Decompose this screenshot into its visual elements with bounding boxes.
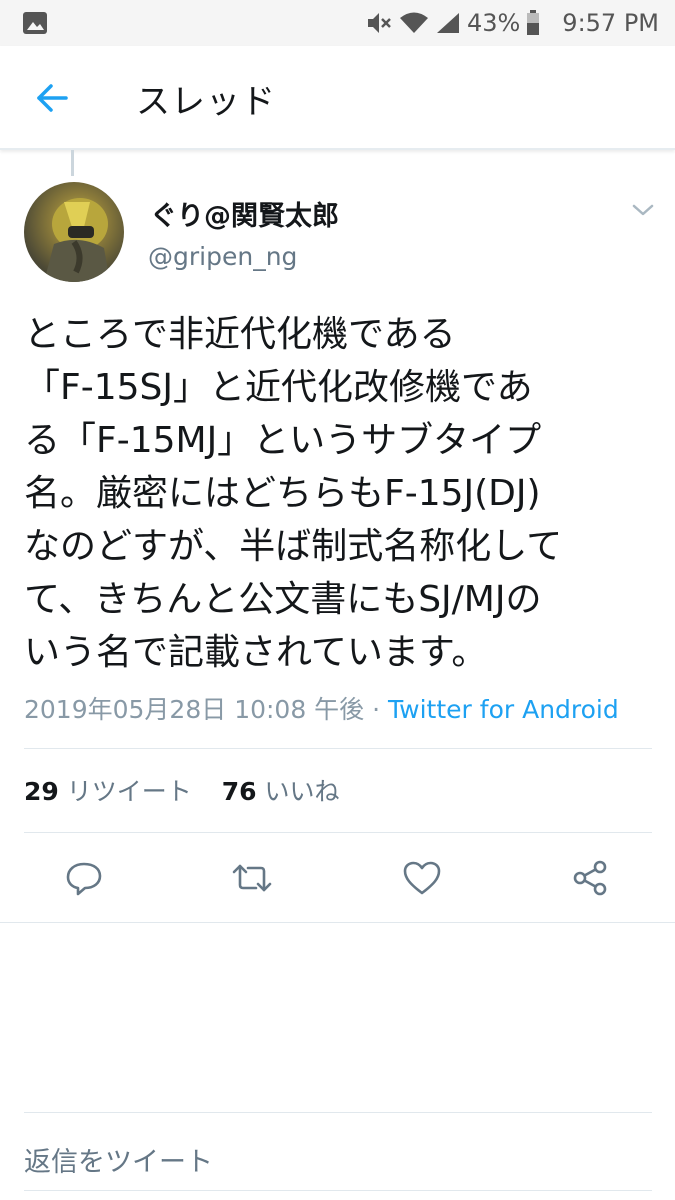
action-bar <box>0 848 675 910</box>
clock: 9:57 PM <box>562 9 659 37</box>
mute-icon <box>365 10 393 36</box>
page-title: スレッド <box>136 82 276 122</box>
wifi-icon <box>399 11 429 35</box>
divider <box>24 832 652 833</box>
reply-button[interactable] <box>62 858 106 898</box>
tweet-text: ところで非近代化機である 「F-15SJ」と近代化改修機であ る「F-15MJ」… <box>24 314 563 673</box>
reply-input[interactable]: 返信をツイート <box>24 1140 213 1179</box>
tweet-meta: 2019年05月28日 10:08 午後 · Twitter for Andro… <box>24 690 619 726</box>
tweet-source-link[interactable]: Twitter for Android <box>388 695 619 724</box>
retweet-button[interactable] <box>230 858 274 898</box>
display-name[interactable]: ぐり@関賢太郎 <box>150 194 339 233</box>
battery-percent: 43% <box>466 9 521 37</box>
share-icon <box>573 860 607 896</box>
battery-icon <box>526 10 540 36</box>
share-button[interactable] <box>568 858 612 898</box>
tweet-timestamp: 2019年05月28日 10:08 午後 <box>24 695 365 724</box>
retweet-count[interactable]: 29 <box>24 777 59 806</box>
arrow-left-icon <box>37 84 68 112</box>
gallery-notification-icon <box>22 11 48 39</box>
retweet-label[interactable]: リツイート <box>67 777 192 806</box>
chevron-down-icon[interactable] <box>628 198 658 222</box>
like-count[interactable]: 76 <box>222 777 257 806</box>
signal-icon <box>435 11 461 35</box>
reply-icon <box>66 862 102 896</box>
thread-connector <box>71 150 74 176</box>
meta-separator: · <box>364 695 389 724</box>
status-bar: 43% 9:57 PM <box>0 0 675 46</box>
divider <box>24 1190 652 1191</box>
back-button[interactable] <box>30 78 74 118</box>
like-button[interactable] <box>400 858 444 898</box>
username[interactable]: @gripen_ng <box>148 242 297 271</box>
divider <box>24 748 652 749</box>
avatar[interactable] <box>24 182 124 282</box>
heart-icon <box>403 861 441 895</box>
tweet-stats: 29 リツイート 76 いいね <box>24 772 339 808</box>
like-label[interactable]: いいね <box>264 777 339 806</box>
divider <box>0 922 675 923</box>
divider <box>24 1112 652 1113</box>
app-bar: スレッド <box>0 46 675 150</box>
retweet-icon <box>232 864 272 892</box>
